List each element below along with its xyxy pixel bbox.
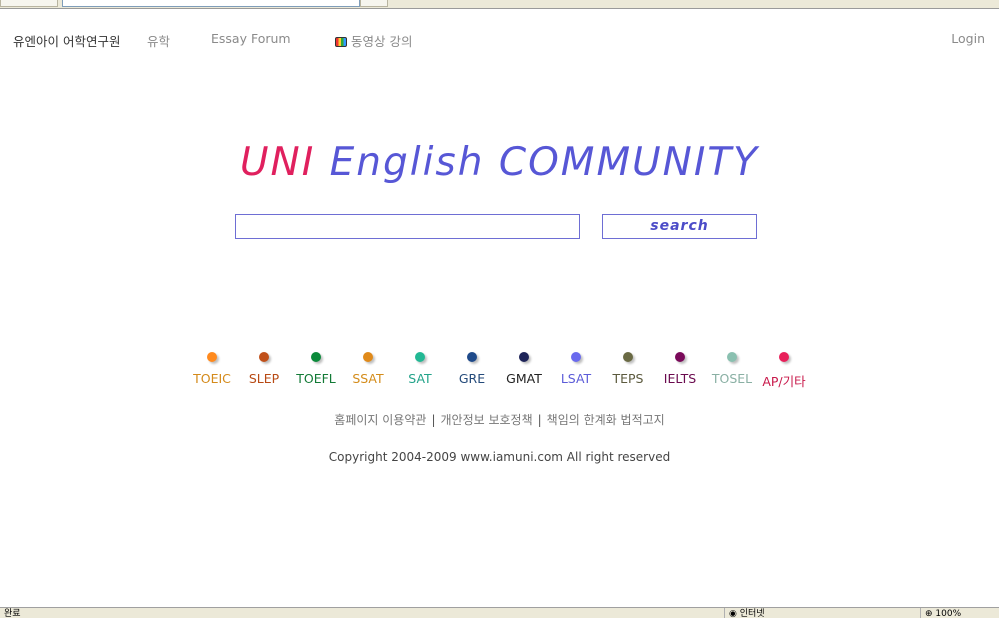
status-bar: 완료 ◉ 인터넷 ⊕ 100% bbox=[0, 607, 999, 618]
category-label: GMAT bbox=[506, 371, 542, 386]
category-item[interactable]: SSAT bbox=[338, 350, 398, 386]
copyright-text: Copyright 2004-2009 www.iamuni.com All r… bbox=[328, 450, 671, 464]
bullet-dot-icon bbox=[571, 352, 581, 362]
nav-essay-forum[interactable]: Essay Forum bbox=[211, 31, 291, 46]
globe-icon: ◉ bbox=[729, 609, 737, 618]
search-input[interactable] bbox=[235, 214, 580, 239]
category-item[interactable]: TOSEL bbox=[702, 350, 762, 386]
search-button[interactable]: search bbox=[602, 214, 757, 239]
browser-tab-strip bbox=[0, 0, 999, 9]
bullet-dot-icon bbox=[675, 352, 685, 362]
category-label: AP/기타 bbox=[762, 374, 806, 389]
site-logo: UNI English COMMUNITY bbox=[0, 140, 999, 185]
bullet-dot-icon bbox=[467, 352, 477, 362]
top-navigation: 유엔아이 어학연구원 유학 Essay Forum 동영상 강의 Login bbox=[0, 31, 999, 49]
footer-separator: | bbox=[537, 413, 542, 427]
browser-tab[interactable] bbox=[0, 0, 58, 7]
privacy-link[interactable]: 개안정보 보호정책 bbox=[440, 413, 532, 427]
brand-link[interactable]: 유엔아이 어학연구원 bbox=[13, 31, 120, 50]
category-item[interactable]: GMAT bbox=[494, 350, 554, 386]
footer-links: 홈페이지 이용약관 | 개안정보 보호정책 | 책임의 한계화 법적고지 bbox=[0, 411, 999, 428]
zoom-indicator[interactable]: ⊕ 100% bbox=[920, 608, 961, 618]
category-item[interactable]: TOEIC bbox=[182, 350, 242, 386]
bullet-dot-icon bbox=[363, 352, 373, 362]
login-link[interactable]: Login bbox=[951, 31, 985, 46]
category-label: SLEP bbox=[248, 371, 280, 386]
category-label: TOEIC bbox=[193, 371, 231, 386]
bullet-dot-icon bbox=[311, 352, 321, 362]
zoom-label: 100% bbox=[935, 609, 962, 618]
logo-english-community: English COMMUNITY bbox=[315, 140, 759, 185]
category-item[interactable]: LSAT bbox=[546, 350, 606, 386]
category-item[interactable]: GRE bbox=[442, 350, 502, 386]
zone-label: 인터넷 bbox=[739, 609, 765, 618]
category-item[interactable]: TEPS bbox=[598, 350, 658, 386]
footer-separator: | bbox=[431, 413, 436, 427]
category-item[interactable]: SLEP bbox=[234, 350, 294, 386]
category-item[interactable]: SAT bbox=[390, 350, 450, 386]
category-label: GRE bbox=[458, 371, 486, 386]
category-label: TOSEL bbox=[711, 371, 753, 386]
browser-tab[interactable] bbox=[360, 0, 388, 7]
bullet-dot-icon bbox=[415, 352, 425, 362]
terms-link[interactable]: 홈페이지 이용약관 bbox=[334, 413, 426, 427]
zone-indicator: ◉ 인터넷 bbox=[724, 608, 765, 618]
bullet-dot-icon bbox=[779, 352, 789, 362]
browser-tab-active[interactable] bbox=[62, 0, 360, 7]
category-label: TOEFL bbox=[296, 371, 336, 386]
category-item[interactable]: AP/기타 bbox=[754, 350, 814, 390]
bullet-dot-icon bbox=[519, 352, 529, 362]
bullet-dot-icon bbox=[727, 352, 737, 362]
bullet-dot-icon bbox=[623, 352, 633, 362]
category-label: TEPS bbox=[612, 371, 644, 386]
disclaimer-link[interactable]: 책임의 한계화 법적고지 bbox=[547, 413, 665, 427]
category-label: IELTS bbox=[663, 371, 697, 386]
category-label: LSAT bbox=[560, 371, 592, 386]
category-label: SSAT bbox=[352, 371, 384, 386]
nav-video-lecture[interactable]: 동영상 강의 bbox=[335, 31, 412, 50]
status-text: 완료 bbox=[4, 609, 21, 618]
logo-uni: UNI bbox=[240, 140, 316, 185]
nav-study-abroad[interactable]: 유학 bbox=[147, 31, 170, 50]
bullet-dot-icon bbox=[259, 352, 269, 362]
bullet-dot-icon bbox=[207, 352, 217, 362]
nav-video-lecture-label: 동영상 강의 bbox=[351, 34, 413, 49]
category-item[interactable]: IELTS bbox=[650, 350, 710, 386]
category-item[interactable]: TOEFL bbox=[286, 350, 346, 386]
category-list: TOEIC SLEP TOEFL SSAT SAT GRE GMAT LSAT TEPS IELT… bbox=[0, 350, 999, 390]
tv-icon bbox=[335, 37, 347, 47]
category-label: SAT bbox=[408, 371, 432, 386]
zoom-icon: ⊕ bbox=[925, 609, 933, 618]
